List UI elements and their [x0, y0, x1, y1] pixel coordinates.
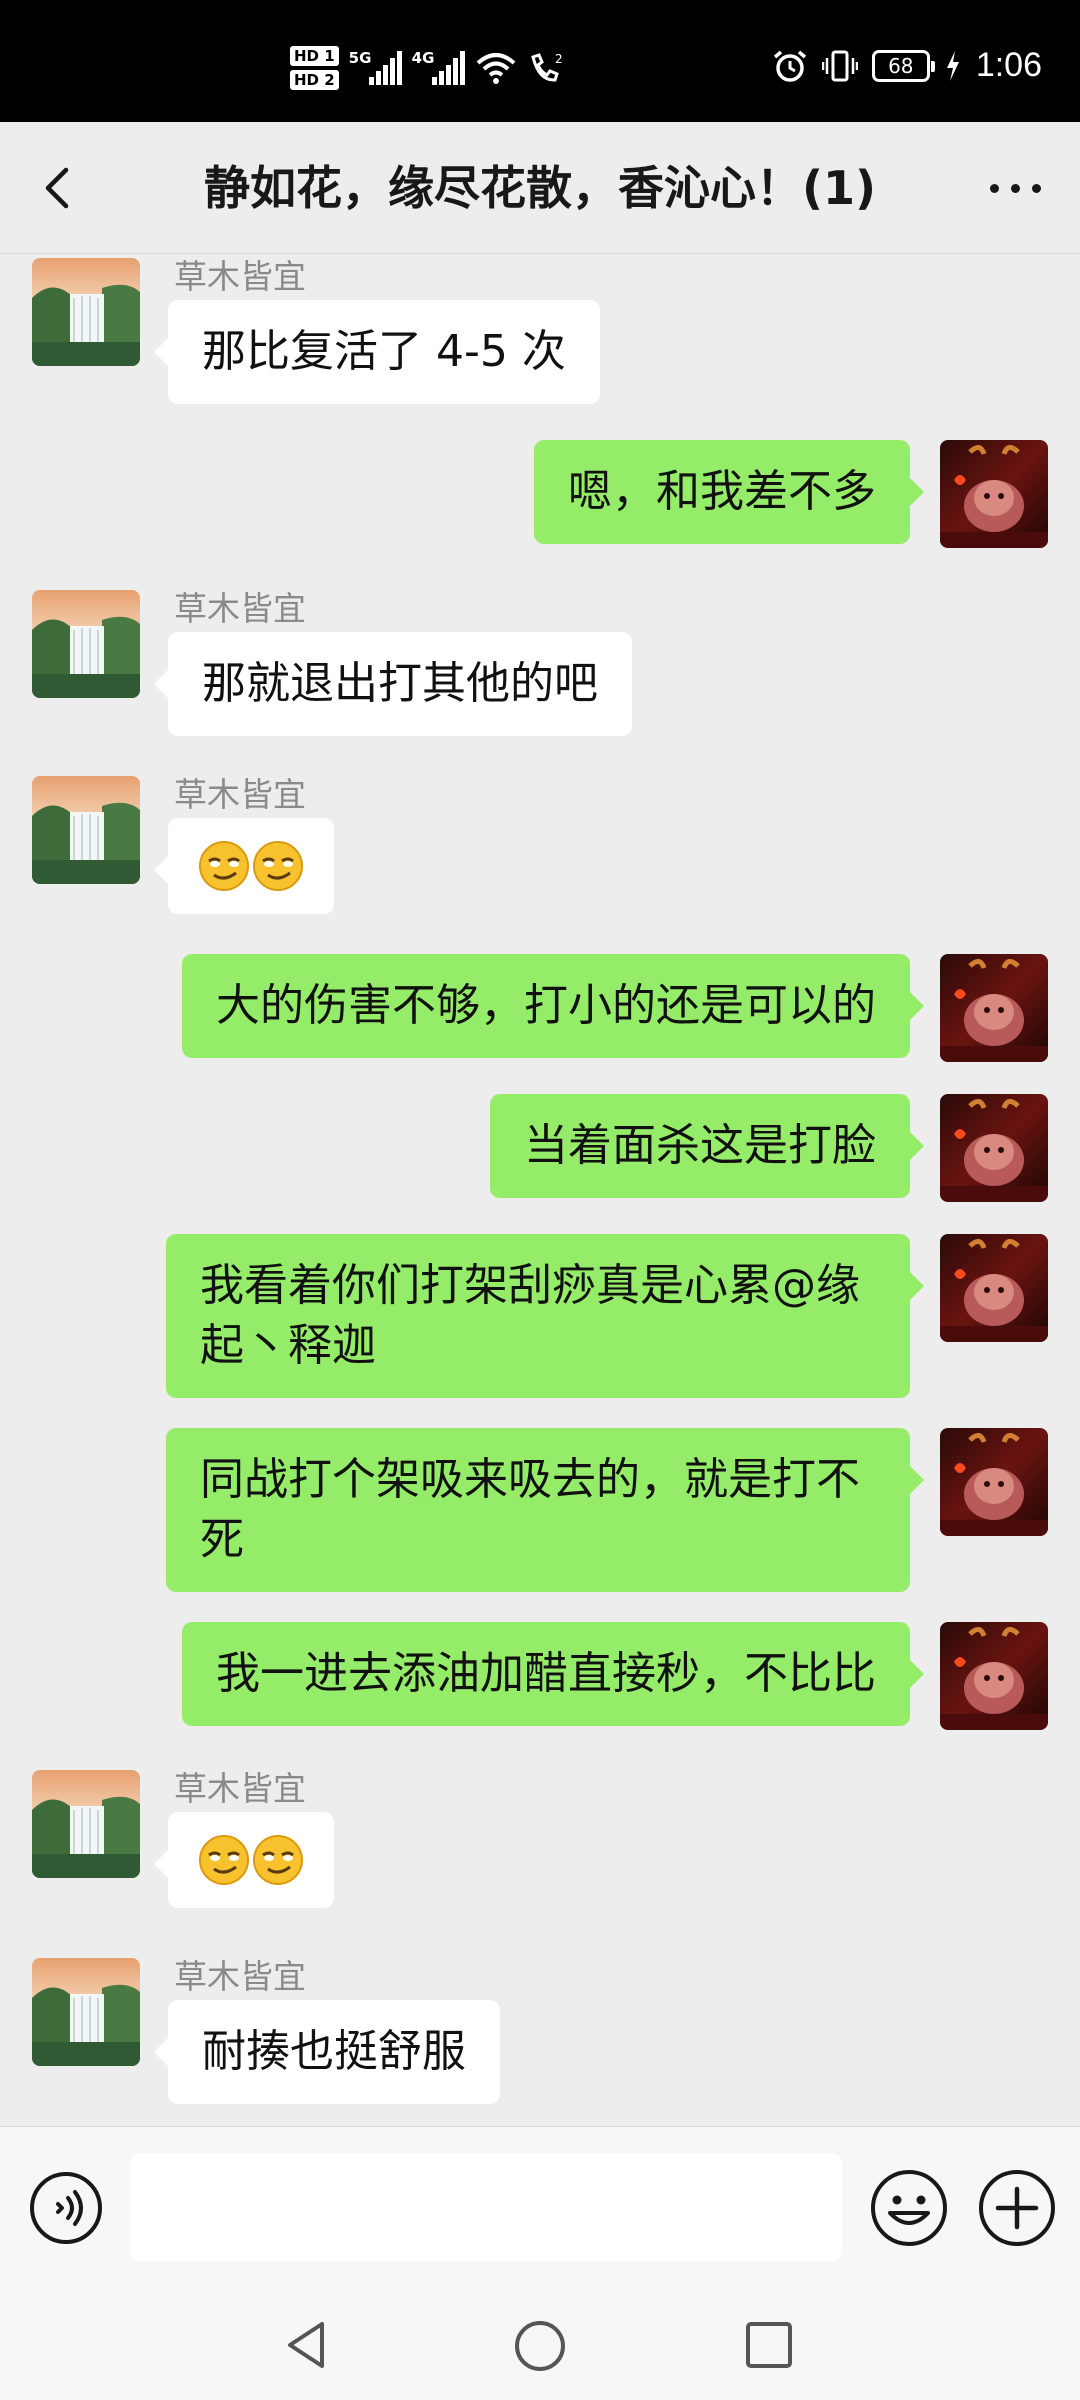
signal-4g-icon: 4G: [412, 49, 465, 85]
avatar-self[interactable]: [940, 440, 1048, 548]
smirk-emoji-icon: [253, 1835, 303, 1885]
status-bar: HD 1 HD 2 5G 4G 2 68 1:06: [0, 0, 1080, 122]
status-right: 68 1:06: [772, 46, 1042, 85]
hd-call-icon: 2: [530, 52, 563, 82]
input-bar: [0, 2126, 1080, 2288]
hd-indicators: HD 1 HD 2: [290, 46, 339, 90]
smirk-emoji-pair: [198, 1834, 304, 1886]
chevron-left-icon[interactable]: [30, 160, 86, 216]
charging-icon: [946, 50, 959, 81]
message-bubble[interactable]: 当着面杀这是打脸: [490, 1094, 924, 1198]
emoji-bubble[interactable]: [154, 1812, 334, 1908]
message-bubble[interactable]: 嗯，和我差不多: [534, 440, 924, 544]
sender-name: 草木皆宜: [174, 257, 306, 296]
avatar-self[interactable]: [940, 954, 1048, 1062]
ellipsis-icon[interactable]: [980, 172, 1050, 204]
status-left: HD 1 HD 2 5G 4G 2: [290, 46, 567, 90]
hd1-label: HD 1: [290, 46, 339, 66]
message-list[interactable]: 草木皆宜 那比复活了 4-5 次 嗯，和我差不多 草木皆宜 那就退出打其他的吧 …: [0, 254, 1080, 2126]
avatar-self[interactable]: [940, 1234, 1048, 1342]
smiley-icon[interactable]: [868, 2167, 950, 2249]
system-navigation-bar: [0, 2288, 1080, 2400]
alarm-icon: [773, 50, 806, 82]
avatar-waterfall[interactable]: [32, 1770, 140, 1878]
battery-indicator: 68: [871, 49, 935, 82]
smirk-emoji-icon: [199, 841, 249, 891]
chat-header: 静如花，缘尽花散，香沁心！(1): [0, 122, 1080, 254]
voice-icon[interactable]: [28, 2170, 104, 2246]
recents-square-icon[interactable]: [742, 2318, 796, 2372]
message-bubble[interactable]: 我看着你们打架刮痧真是心累@缘起丶释迦: [166, 1234, 924, 1398]
avatar-waterfall[interactable]: [32, 590, 140, 698]
sender-name: 草木皆宜: [174, 1769, 306, 1808]
avatar-self[interactable]: [940, 1428, 1048, 1536]
hd2-label: HD 2: [290, 70, 339, 90]
home-circle-icon[interactable]: [512, 2318, 568, 2374]
message-bubble[interactable]: 大的伤害不够，打小的还是可以的: [182, 954, 924, 1058]
emoji-bubble[interactable]: [154, 818, 334, 914]
call-badge: 2: [555, 52, 563, 66]
message-bubble[interactable]: 那就退出打其他的吧: [154, 632, 632, 736]
avatar-waterfall[interactable]: [32, 1958, 140, 2066]
message-bubble[interactable]: 耐揍也挺舒服: [154, 2000, 500, 2104]
avatar-waterfall[interactable]: [32, 258, 140, 366]
back-triangle-icon[interactable]: [280, 2318, 334, 2372]
message-input[interactable]: [130, 2153, 842, 2261]
vibrate-icon: [821, 50, 858, 81]
smirk-emoji-icon: [253, 841, 303, 891]
sender-name: 草木皆宜: [174, 775, 306, 814]
avatar-waterfall[interactable]: [32, 776, 140, 884]
message-bubble[interactable]: 那比复活了 4-5 次: [154, 300, 600, 404]
signal-5g-icon: 5G: [349, 49, 402, 85]
wifi-icon: [476, 53, 515, 84]
smirk-emoji-icon: [199, 1835, 249, 1885]
smirk-emoji-pair: [198, 840, 304, 892]
plus-icon[interactable]: [976, 2167, 1058, 2249]
sender-name: 草木皆宜: [174, 589, 306, 628]
chat-title: 静如花，缘尽花散，香沁心！(1): [203, 161, 877, 215]
message-bubble[interactable]: 同战打个架吸来吸去的，就是打不死: [166, 1428, 924, 1592]
message-bubble[interactable]: 我一进去添油加醋直接秒，不比比: [182, 1622, 924, 1726]
sender-name: 草木皆宜: [174, 1957, 306, 1996]
avatar-self[interactable]: [940, 1094, 1048, 1202]
avatar-self[interactable]: [940, 1622, 1048, 1730]
clock: 1:06: [975, 46, 1042, 84]
